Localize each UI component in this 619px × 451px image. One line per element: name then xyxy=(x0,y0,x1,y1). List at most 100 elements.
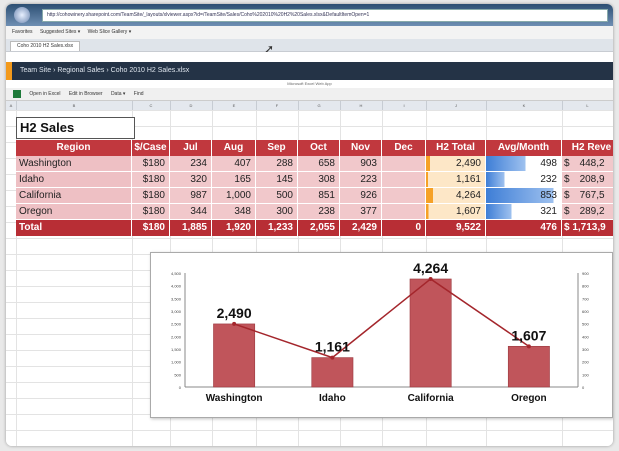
total-case[interactable]: $180 xyxy=(132,220,170,236)
cell-dec[interactable] xyxy=(382,188,426,204)
cell-aug[interactable]: 165 xyxy=(212,172,256,188)
column-header-cell[interactable]: Oct xyxy=(298,140,340,156)
find-button[interactable]: Find xyxy=(134,91,144,97)
data-menu-button[interactable]: Data ▾ xyxy=(111,91,125,97)
cell-aug[interactable]: 348 xyxy=(212,204,256,220)
excel-toolbar: Open in Excel Edit in Browser Data ▾ Fin… xyxy=(6,88,613,101)
total-total[interactable]: 9,522 xyxy=(426,220,486,236)
cell-oct[interactable]: 851 xyxy=(298,188,340,204)
column-header-cell[interactable]: Region xyxy=(16,140,132,156)
column-header-cell[interactable]: $/Case xyxy=(132,140,170,156)
column-header-c[interactable]: C xyxy=(132,101,171,110)
cell-region[interactable]: Idaho xyxy=(16,172,132,188)
sales-chart[interactable]: 0 500 1,000 1,500 2,000 2,500 3,000 3,500 4,000 4… xyxy=(150,252,613,418)
column-header-h[interactable]: H xyxy=(340,101,383,110)
column-header-k[interactable]: K xyxy=(486,101,563,110)
column-header-cell[interactable]: Sep xyxy=(256,140,298,156)
cell-jul[interactable]: 344 xyxy=(170,204,212,220)
cell-revenue[interactable]: $767,5 xyxy=(562,188,613,204)
column-header-f[interactable]: F xyxy=(256,101,299,110)
cell-sep[interactable]: 500 xyxy=(256,188,298,204)
cell-oct[interactable]: 658 xyxy=(298,156,340,172)
column-header-l[interactable]: L xyxy=(562,101,613,110)
total-dec[interactable]: 0 xyxy=(382,220,426,236)
cell-sep[interactable]: 300 xyxy=(256,204,298,220)
cell-revenue[interactable]: $289,2 xyxy=(562,204,613,220)
y2-tick-label: 300 xyxy=(582,347,589,352)
cell-dec[interactable] xyxy=(382,156,426,172)
cell-jul[interactable]: 234 xyxy=(170,156,212,172)
total-oct[interactable]: 2,055 xyxy=(298,220,340,236)
cell-case[interactable]: $180 xyxy=(132,156,170,172)
open-in-excel-button[interactable]: Open in Excel xyxy=(29,91,60,97)
column-header-cell[interactable]: H2 Total xyxy=(426,140,486,156)
column-header-b[interactable]: B xyxy=(16,101,133,110)
cell-region[interactable]: California xyxy=(16,188,132,204)
column-header-d[interactable]: D xyxy=(170,101,213,110)
cell-sep[interactable]: 145 xyxy=(256,172,298,188)
currency-symbol: $ xyxy=(564,206,570,217)
web-slice-gallery-link[interactable]: Web Slice Gallery ▾ xyxy=(88,29,132,35)
cell-nov[interactable]: 377 xyxy=(340,204,382,220)
edit-in-browser-button[interactable]: Edit in Browser xyxy=(69,91,103,97)
cell-total[interactable]: 1,607 xyxy=(426,204,486,220)
back-button[interactable] xyxy=(14,7,30,23)
cell-oct[interactable]: 238 xyxy=(298,204,340,220)
cell-jul[interactable]: 320 xyxy=(170,172,212,188)
column-header-cell[interactable]: H2 Reve xyxy=(562,140,613,156)
column-header-cell[interactable]: Nov xyxy=(340,140,382,156)
y2-tick-label: 500 xyxy=(582,322,589,327)
cell-total[interactable]: 4,264 xyxy=(426,188,486,204)
column-header-cell[interactable]: Dec xyxy=(382,140,426,156)
total-aug[interactable]: 1,920 xyxy=(212,220,256,236)
x-tick-label: Washington xyxy=(206,393,263,404)
cell-case[interactable]: $180 xyxy=(132,172,170,188)
column-header-i[interactable]: I xyxy=(382,101,427,110)
cell-nov[interactable]: 926 xyxy=(340,188,382,204)
column-header-cell[interactable]: Jul xyxy=(170,140,212,156)
total-region[interactable]: Total xyxy=(16,220,132,236)
cell-region[interactable]: Oregon xyxy=(16,204,132,220)
total-avg[interactable]: 476 xyxy=(486,220,562,236)
cell-aug[interactable]: 407 xyxy=(212,156,256,172)
suggested-sites-link[interactable]: Suggested Sites ▾ xyxy=(40,29,80,35)
y-tick-label: 1,500 xyxy=(171,347,182,352)
data-label: 1,161 xyxy=(315,339,350,355)
cell-revenue[interactable]: $208,9 xyxy=(562,172,613,188)
cell-dec[interactable] xyxy=(382,172,426,188)
cell-aug[interactable]: 1,000 xyxy=(212,188,256,204)
total-jul[interactable]: 1,885 xyxy=(170,220,212,236)
breadcrumb[interactable]: Team Site › Regional Sales › Coho 2010 H… xyxy=(20,62,189,80)
cell-case[interactable]: $180 xyxy=(132,204,170,220)
cell-case[interactable]: $180 xyxy=(132,188,170,204)
column-header-cell[interactable]: Aug xyxy=(212,140,256,156)
cell-nov[interactable]: 223 xyxy=(340,172,382,188)
column-header-cell[interactable]: Avg/Month xyxy=(486,140,562,156)
cell-region[interactable]: Washington xyxy=(16,156,132,172)
cell-avg[interactable]: 853 xyxy=(486,188,562,204)
total-rev[interactable]: $ 1,713,9 xyxy=(562,220,613,236)
cell-avg[interactable]: 498 xyxy=(486,156,562,172)
cell-dec[interactable] xyxy=(382,204,426,220)
cell-sep[interactable]: 288 xyxy=(256,156,298,172)
cell-avg[interactable]: 321 xyxy=(486,204,562,220)
total-sep[interactable]: 1,233 xyxy=(256,220,298,236)
address-input[interactable]: http://cohowinery.sharepoint.com/TeamSit… xyxy=(42,9,608,22)
cell-total[interactable]: 1,161 xyxy=(426,172,486,188)
favorites-button[interactable]: Favorites xyxy=(12,29,33,35)
browser-tab[interactable]: Coho 2010 H2 Sales.xlsx xyxy=(10,41,81,51)
column-header-g[interactable]: G xyxy=(298,101,341,110)
column-header-e[interactable]: E xyxy=(212,101,257,110)
cell-jul[interactable]: 987 xyxy=(170,188,212,204)
sheet-title[interactable]: H2 Sales xyxy=(16,117,135,139)
cell-total[interactable]: 2,490 xyxy=(426,156,486,172)
y2-tick-label: 700 xyxy=(582,296,589,301)
total-nov[interactable]: 2,429 xyxy=(340,220,382,236)
y-tick-label: 4,000 xyxy=(171,284,182,289)
column-header-j[interactable]: J xyxy=(426,101,487,110)
cell-revenue[interactable]: $448,2 xyxy=(562,156,613,172)
y2-tick-label: 0 xyxy=(582,385,585,390)
cell-oct[interactable]: 308 xyxy=(298,172,340,188)
cell-nov[interactable]: 903 xyxy=(340,156,382,172)
cell-avg[interactable]: 232 xyxy=(486,172,562,188)
